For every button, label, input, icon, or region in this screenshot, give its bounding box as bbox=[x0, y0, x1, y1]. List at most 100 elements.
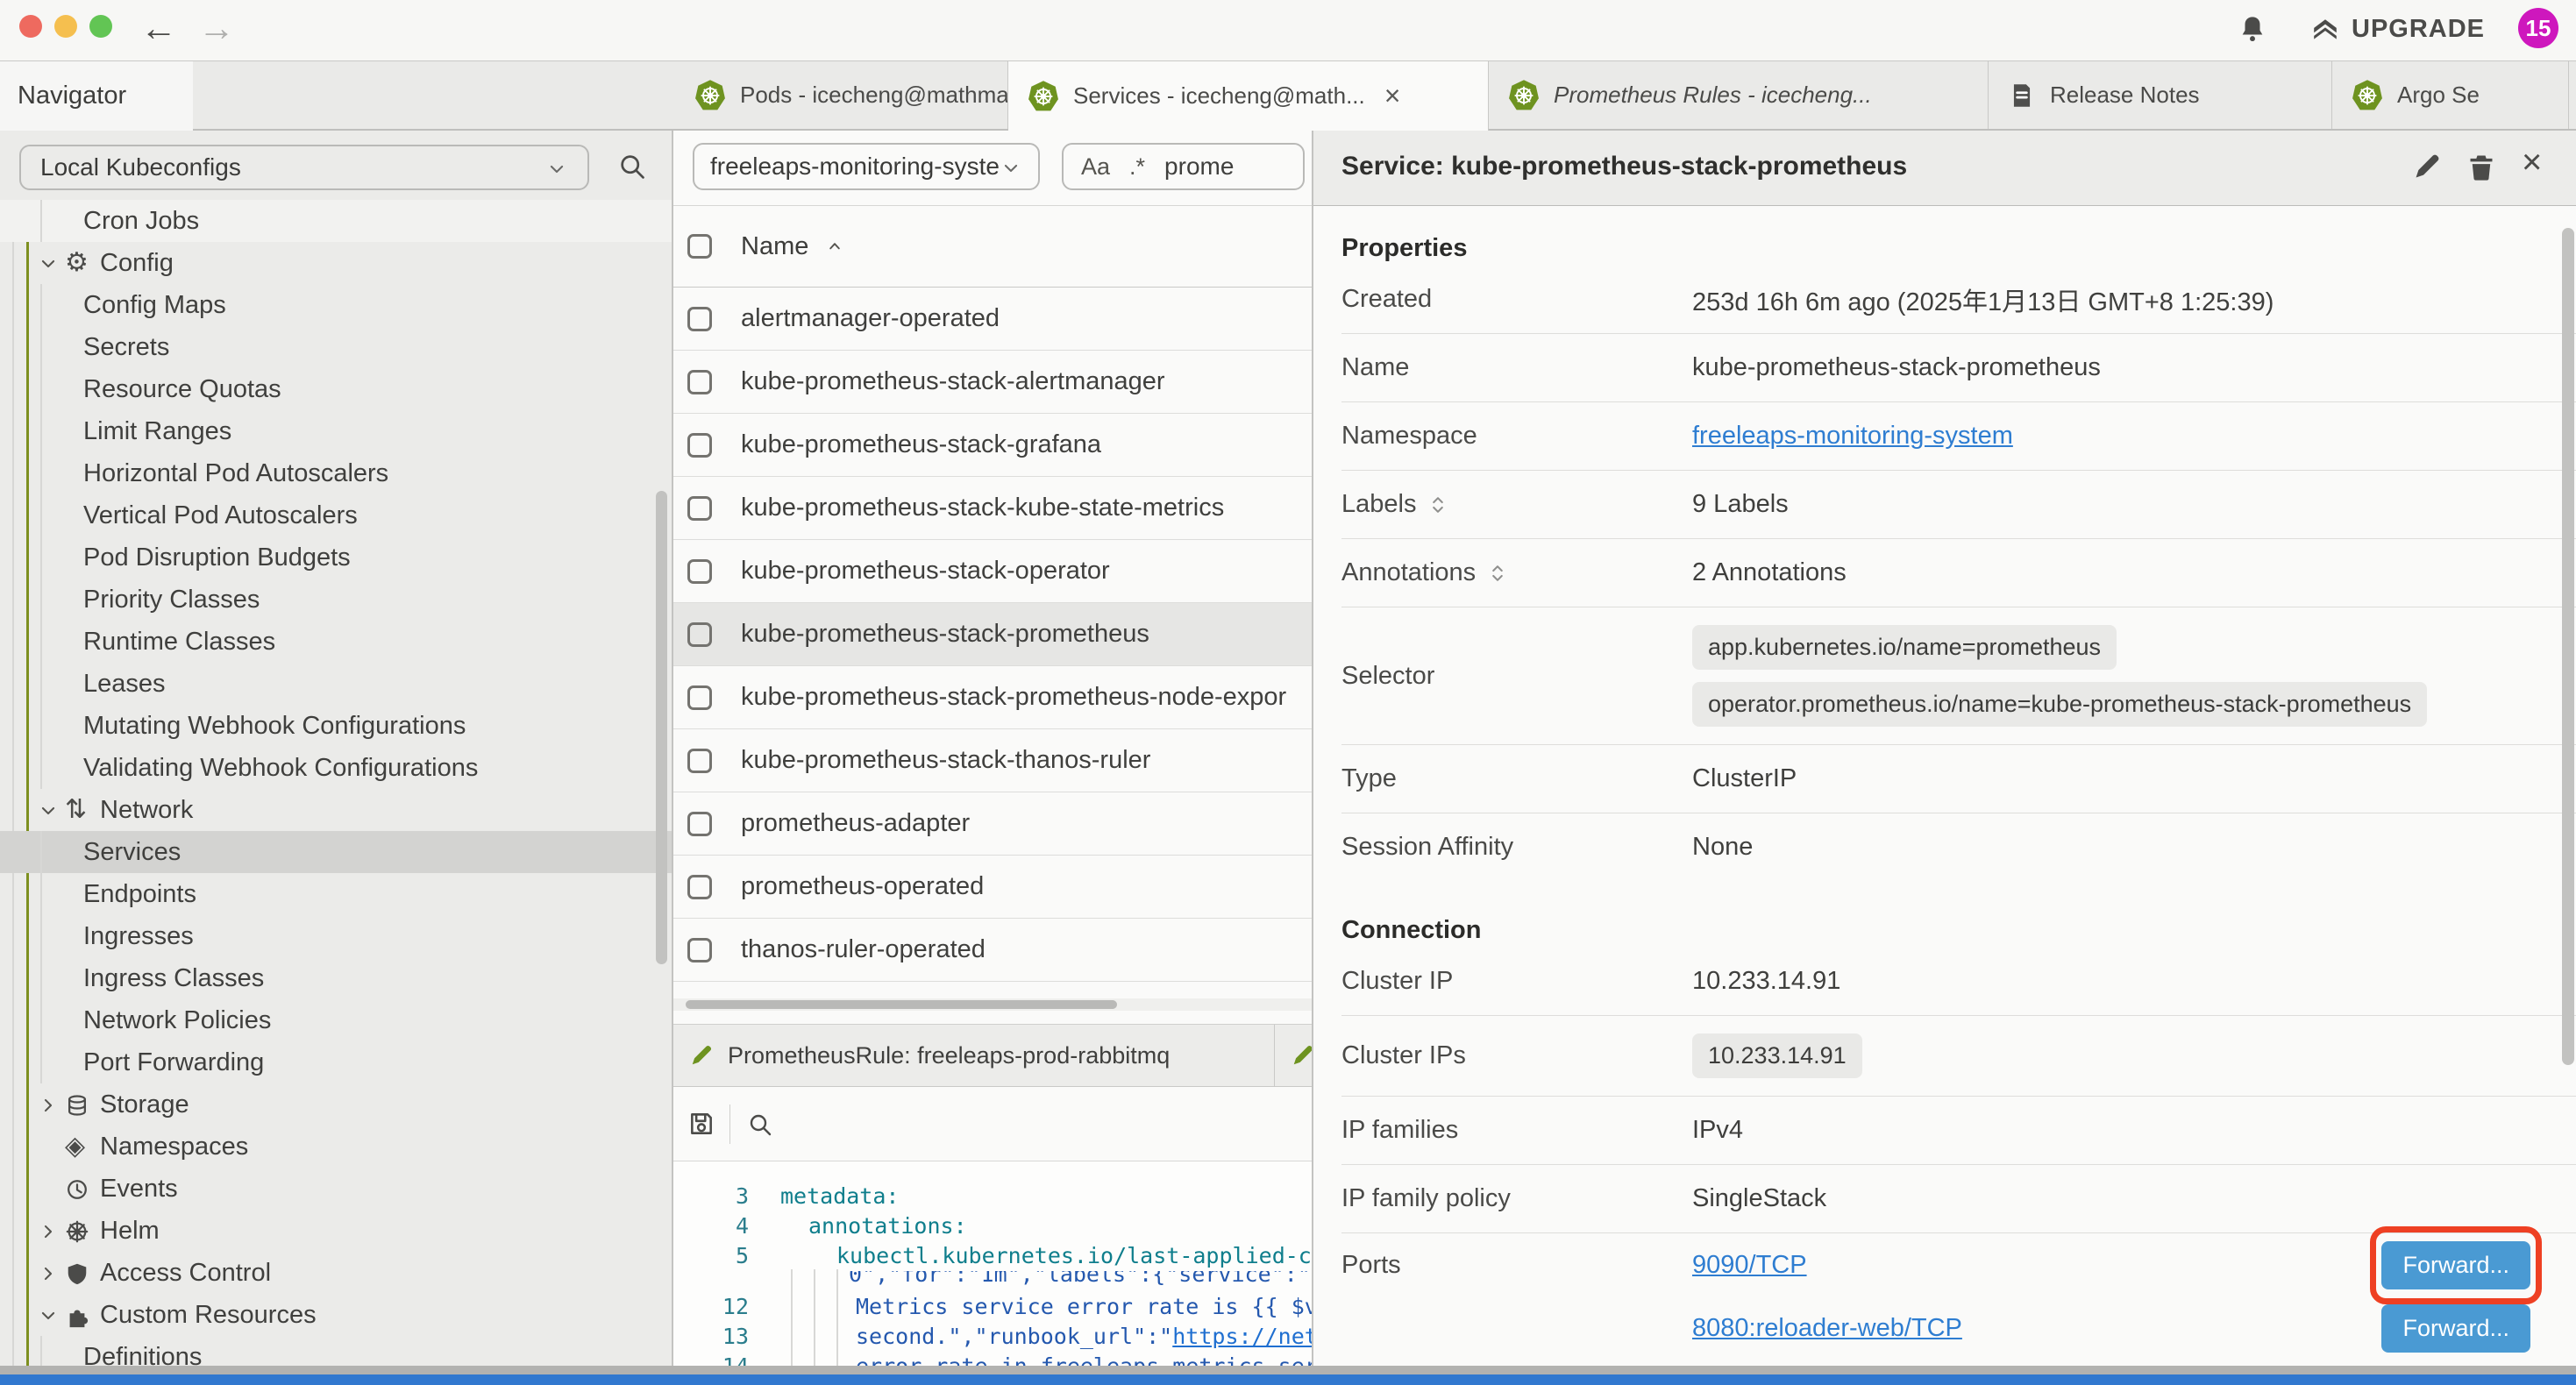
sidebar-item-pod-disruption-budgets[interactable]: Pod Disruption Budgets bbox=[0, 536, 672, 579]
table-row-kube-prometheus-stack-prometheus-node-expor[interactable]: kube-prometheus-stack-prometheus-node-ex… bbox=[673, 666, 1312, 729]
tab-pods-icecheng-mathmas[interactable]: Pods - icecheng@mathmas... bbox=[675, 61, 1008, 129]
editor-tab-prometheusrule[interactable]: PrometheusRule: freeleaps-prod-rabbitmq bbox=[673, 1025, 1275, 1086]
chevron-down-icon[interactable] bbox=[37, 796, 60, 825]
sidebar-item-custom-resources[interactable]: Custom Resources bbox=[0, 1294, 672, 1336]
sidebar-item-ingresses[interactable]: Ingresses bbox=[0, 915, 672, 957]
name-column-header[interactable]: Name bbox=[741, 232, 808, 261]
close-icon[interactable]: × bbox=[2522, 143, 2542, 182]
sidebar-item-network[interactable]: ⇅Network bbox=[0, 789, 672, 831]
scrollbar-thumb[interactable] bbox=[686, 1000, 1117, 1009]
sidebar-item-resource-quotas[interactable]: Resource Quotas bbox=[0, 368, 672, 410]
property-value-link[interactable]: freeleaps-monitoring-system bbox=[1692, 422, 2013, 451]
sidebar-item-leases[interactable]: Leases bbox=[0, 663, 672, 705]
match-case-toggle[interactable]: Aa bbox=[1081, 153, 1110, 181]
sidebar-item-config[interactable]: ⚙Config bbox=[0, 242, 672, 284]
sidebar-item-priority-classes[interactable]: Priority Classes bbox=[0, 579, 672, 621]
zoom-window-button[interactable] bbox=[89, 15, 112, 38]
sidebar-item-ingress-classes[interactable]: Ingress Classes bbox=[0, 957, 672, 999]
port-link[interactable]: 9090/TCP bbox=[1692, 1251, 1807, 1280]
save-icon[interactable] bbox=[687, 1110, 715, 1138]
chevron-down-icon[interactable] bbox=[37, 249, 60, 278]
sidebar-search-icon[interactable] bbox=[617, 152, 647, 181]
sidebar-item-network-policies[interactable]: Network Policies bbox=[0, 999, 672, 1041]
sidebar-item-config-maps[interactable]: Config Maps bbox=[0, 284, 672, 326]
select-all-checkbox[interactable] bbox=[687, 234, 712, 259]
sort-ascending-icon[interactable] bbox=[824, 236, 845, 257]
tab-prometheus-rules-icecheng[interactable]: Prometheus Rules - icecheng... bbox=[1489, 61, 1989, 129]
notification-count-badge[interactable]: 15 bbox=[2518, 8, 2558, 48]
table-row-prometheus-operated[interactable]: prometheus-operated bbox=[673, 856, 1312, 919]
row-checkbox[interactable] bbox=[687, 433, 712, 458]
row-checkbox[interactable] bbox=[687, 875, 712, 899]
sidebar-item-helm[interactable]: Helm bbox=[0, 1210, 672, 1252]
minimize-window-button[interactable] bbox=[54, 15, 77, 38]
tab-services-icecheng-math[interactable]: Services - icecheng@math...× bbox=[1008, 61, 1489, 131]
tab-navigator[interactable]: Navigator bbox=[0, 61, 193, 131]
edit-pencil-icon[interactable] bbox=[2412, 152, 2442, 181]
sidebar-item-mutating-webhook-configurations[interactable]: Mutating Webhook Configurations bbox=[0, 705, 672, 747]
table-row-prometheus-adapter[interactable]: prometheus-adapter bbox=[673, 792, 1312, 856]
sidebar-item-access-control[interactable]: Access Control bbox=[0, 1252, 672, 1294]
list-search-box[interactable]: Aa .* prome bbox=[1062, 143, 1305, 190]
sidebar-item-vertical-pod-autoscalers[interactable]: Vertical Pod Autoscalers bbox=[0, 494, 672, 536]
row-checkbox[interactable] bbox=[687, 938, 712, 962]
chevron-right-icon[interactable] bbox=[37, 1090, 60, 1119]
tab-release-notes[interactable]: Release Notes bbox=[1989, 61, 2332, 129]
chevron-right-icon[interactable] bbox=[37, 1217, 60, 1246]
row-checkbox[interactable] bbox=[687, 622, 712, 647]
table-row-kube-prometheus-stack-grafana[interactable]: kube-prometheus-stack-grafana bbox=[673, 414, 1312, 477]
sort-updown-icon[interactable] bbox=[1427, 490, 1449, 519]
forward-button[interactable]: Forward... bbox=[2381, 1241, 2530, 1289]
sidebar-item-validating-webhook-configurations[interactable]: Validating Webhook Configurations bbox=[0, 747, 672, 789]
regex-toggle[interactable]: .* bbox=[1129, 153, 1145, 181]
sidebar-item-storage[interactable]: Storage bbox=[0, 1083, 672, 1126]
close-window-button[interactable] bbox=[19, 15, 42, 38]
row-checkbox[interactable] bbox=[687, 685, 712, 710]
back-arrow-icon[interactable]: ← bbox=[140, 7, 177, 49]
editor-tab-next[interactable] bbox=[1275, 1025, 1312, 1086]
editor-search-icon[interactable] bbox=[747, 1112, 773, 1138]
delete-trash-icon[interactable] bbox=[2466, 152, 2496, 181]
sidebar-scrollbar-thumb[interactable] bbox=[656, 491, 667, 964]
table-row-kube-prometheus-stack-operator[interactable]: kube-prometheus-stack-operator bbox=[673, 540, 1312, 603]
sidebar-item-port-forwarding[interactable]: Port Forwarding bbox=[0, 1041, 672, 1083]
notifications-bell-icon[interactable] bbox=[2238, 14, 2267, 44]
upgrade-button[interactable]: UPGRADE bbox=[2311, 15, 2485, 44]
chevron-down-icon[interactable] bbox=[37, 1301, 60, 1330]
table-row-kube-prometheus-stack-alertmanager[interactable]: kube-prometheus-stack-alertmanager bbox=[673, 351, 1312, 414]
search-query[interactable]: prome bbox=[1164, 153, 1234, 181]
row-checkbox[interactable] bbox=[687, 370, 712, 394]
sort-updown-icon[interactable] bbox=[1486, 558, 1509, 587]
table-row-kube-prometheus-stack-prometheus[interactable]: kube-prometheus-stack-prometheus bbox=[673, 603, 1312, 666]
sidebar-item-definitions[interactable]: Definitions bbox=[0, 1336, 672, 1366]
sidebar-item-limit-ranges[interactable]: Limit Ranges bbox=[0, 410, 672, 452]
row-checkbox[interactable] bbox=[687, 559, 712, 584]
table-horizontal-scrollbar[interactable] bbox=[673, 998, 1312, 1011]
row-checkbox[interactable] bbox=[687, 307, 712, 331]
row-checkbox[interactable] bbox=[687, 496, 712, 521]
forward-button[interactable]: Forward... bbox=[2381, 1304, 2530, 1353]
table-row-kube-prometheus-stack-kube-state-metrics[interactable]: kube-prometheus-stack-kube-state-metrics bbox=[673, 477, 1312, 540]
sidebar-item-horizontal-pod-autoscalers[interactable]: Horizontal Pod Autoscalers bbox=[0, 452, 672, 494]
row-checkbox[interactable] bbox=[687, 749, 712, 773]
port-link[interactable]: 8080:reloader-web/TCP bbox=[1692, 1314, 1962, 1343]
table-row-thanos-ruler-operated[interactable]: thanos-ruler-operated bbox=[673, 919, 1312, 982]
sidebar-item-namespaces[interactable]: ◈Namespaces bbox=[0, 1126, 672, 1168]
detail-scrollbar-thumb[interactable] bbox=[2562, 228, 2574, 1065]
row-checkbox[interactable] bbox=[687, 812, 712, 836]
code-link[interactable]: https://net bbox=[1172, 1324, 1312, 1349]
forward-arrow-icon[interactable]: → bbox=[198, 7, 235, 49]
table-row-alertmanager-operated[interactable]: alertmanager-operated bbox=[673, 288, 1312, 351]
tab-argo-se[interactable]: Argo Se bbox=[2332, 61, 2569, 129]
sidebar-item-endpoints[interactable]: Endpoints bbox=[0, 873, 672, 915]
yaml-editor[interactable]: 3metadata:4annotations:5kubectl.kubernet… bbox=[673, 1161, 1312, 1366]
kubeconfig-selector[interactable]: Local Kubeconfigs bbox=[19, 145, 589, 190]
sidebar-item-runtime-classes[interactable]: Runtime Classes bbox=[0, 621, 672, 663]
sidebar-item-services[interactable]: Services bbox=[0, 831, 672, 873]
table-row-kube-prometheus-stack-thanos-ruler[interactable]: kube-prometheus-stack-thanos-ruler bbox=[673, 729, 1312, 792]
namespace-selector[interactable]: freeleaps-monitoring-system bbox=[693, 143, 1040, 190]
sidebar-item-secrets[interactable]: Secrets bbox=[0, 326, 672, 368]
sidebar-item-events[interactable]: Events bbox=[0, 1168, 672, 1210]
chevron-right-icon[interactable] bbox=[37, 1259, 60, 1288]
sidebar-item-cron-jobs[interactable]: Cron Jobs bbox=[0, 200, 672, 242]
